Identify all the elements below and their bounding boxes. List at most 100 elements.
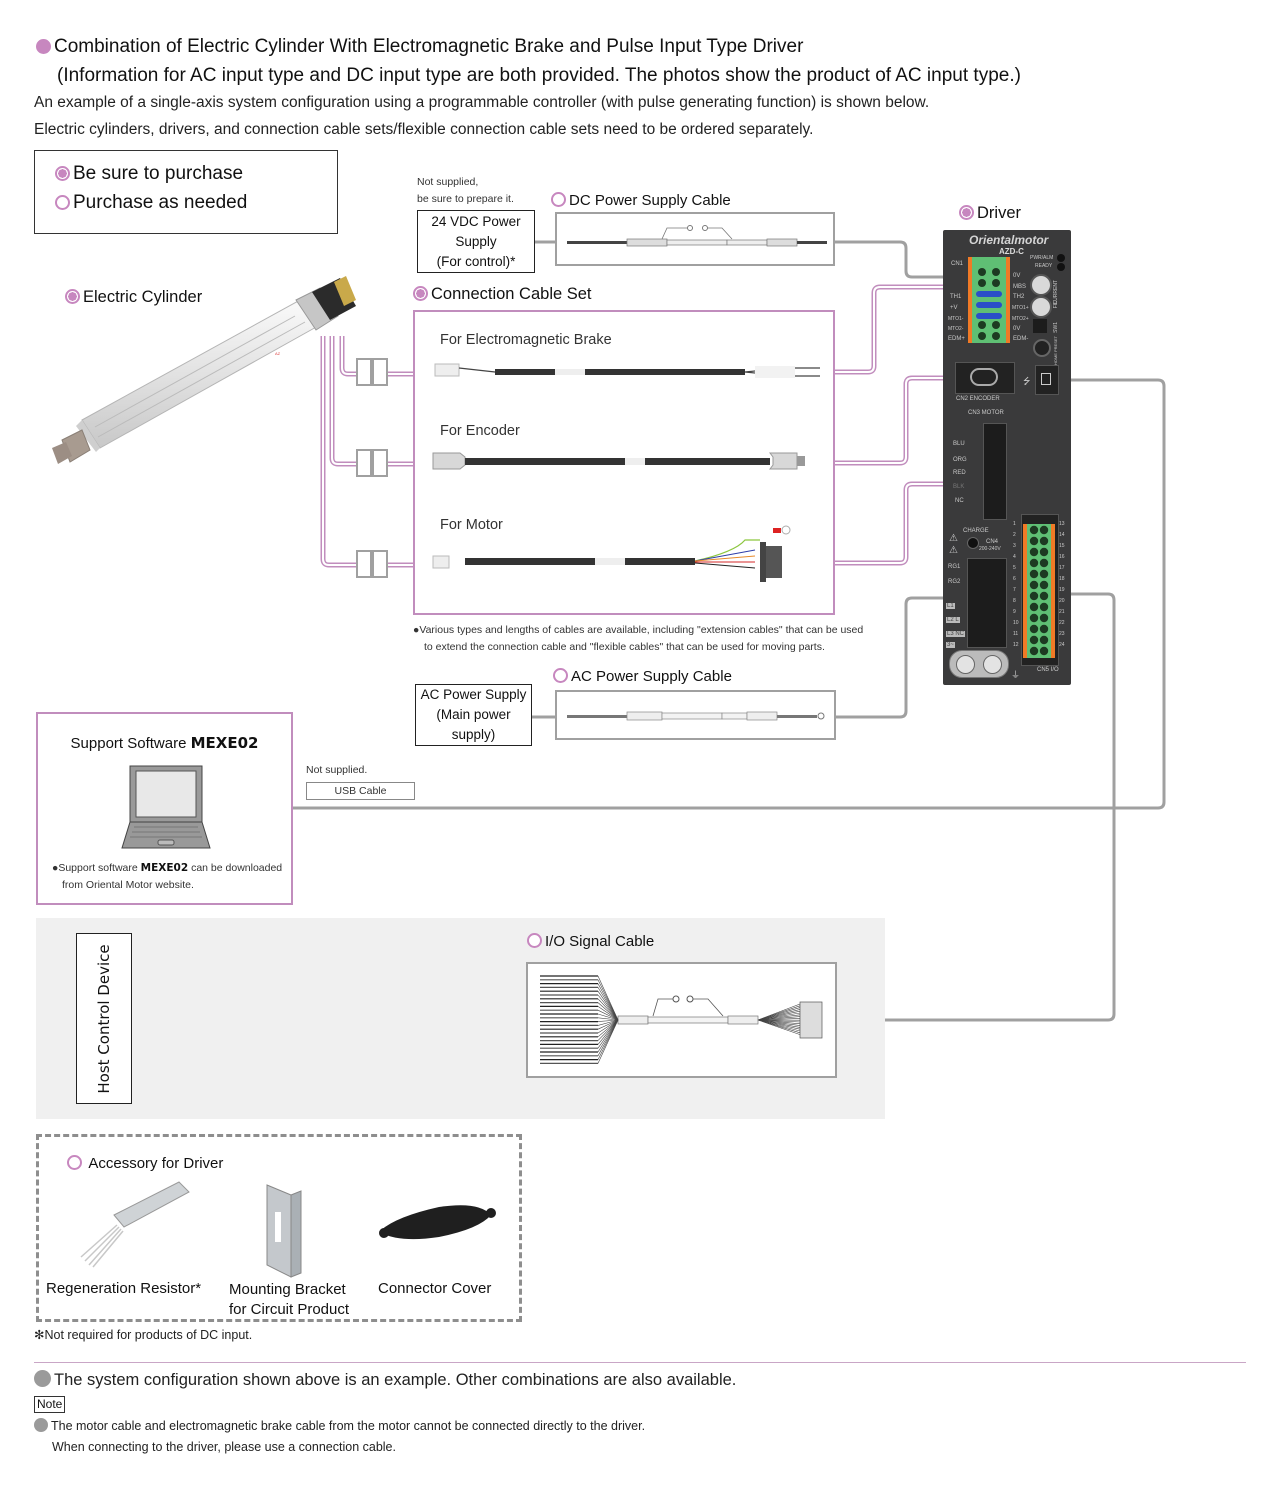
cn4-pin-l3: L3 NC	[946, 631, 966, 637]
current-dial[interactable]	[1030, 274, 1052, 296]
cn5-hole	[1039, 635, 1049, 645]
cn1-pin-mto1p: MTO1+	[1012, 305, 1029, 311]
ac-cable-icon	[567, 711, 825, 721]
led-pwr-alm-icon	[1057, 254, 1065, 262]
cn5-hole	[1029, 602, 1039, 612]
cn4-pin-rg2: RG2	[948, 579, 961, 585]
mounting-bracket-label: Mounting Bracket for Circuit Product	[229, 1281, 350, 1318]
io-wire-fan	[597, 1019, 619, 1045]
usb-symbol-icon: ⭍	[1023, 376, 1031, 386]
ac-power-cable-label: AC Power Supply Cable	[553, 668, 732, 685]
cn5-pin-number: 12	[1013, 642, 1019, 648]
warning-icon-2: ⚠	[949, 545, 958, 556]
io-cable-icon	[540, 975, 823, 1065]
cn3-pin-red: RED	[953, 470, 966, 476]
cn4-pin-l1: L1	[946, 603, 955, 609]
example-note: The system configuration shown above is …	[34, 1370, 736, 1390]
sw1-dip-switch[interactable]	[1033, 319, 1047, 333]
led-ready-label: READY	[1035, 263, 1053, 269]
encoder-cable-icon	[432, 452, 805, 470]
cn5-pin-number: 4	[1013, 554, 1016, 560]
cn5-pin-number: 10	[1013, 620, 1019, 626]
cn5-pin-number: 20	[1059, 598, 1065, 604]
cn5-pin-number: 17	[1059, 565, 1065, 571]
bullet-icon	[34, 1418, 48, 1432]
cn5-pin-number: 11	[1013, 631, 1019, 637]
led-ready-icon	[1057, 263, 1065, 271]
cn5-hole	[1029, 536, 1039, 546]
encoder-port-icon	[970, 368, 998, 386]
cn5-hole	[1039, 602, 1049, 612]
cn1-pin-th2: TH2	[1013, 294, 1025, 300]
must-purchase-icon	[413, 286, 428, 301]
driver-model: AZD-C	[999, 247, 1024, 256]
connection-note-2: When connecting to the driver, please us…	[52, 1440, 396, 1454]
cn5-hole	[1029, 525, 1039, 535]
warning-icon: ⚠	[949, 533, 958, 544]
cn5-io-terminal	[1023, 524, 1055, 658]
cn5-hole	[1039, 558, 1049, 568]
host-control-device-label: Host Control Device	[95, 944, 113, 1094]
dc-power-supply-box: 24 VDC Power Supply (For control)*	[417, 210, 535, 273]
software-download-note: ●Support software MEXE02 can be download…	[52, 862, 283, 891]
cable-variety-note: ●Various types and lengths of cables are…	[413, 624, 864, 653]
cn1-pin-th1: TH1	[950, 294, 962, 300]
cn5-hole	[1039, 613, 1049, 623]
cn5-pin-number: 5	[1013, 565, 1016, 571]
bullet-icon	[34, 1370, 51, 1387]
motor-cable-icon	[432, 525, 791, 582]
cable-encoder-label: For Encoder	[440, 423, 520, 439]
cn1-pin-plusv: +V	[950, 305, 958, 311]
screw-icon	[956, 655, 975, 674]
cn3-label: CN3 MOTOR	[968, 410, 1004, 416]
connector-pairs	[356, 358, 388, 578]
cn3-pin-org: ORG	[953, 457, 967, 463]
cn4-power-port	[967, 558, 1007, 648]
cn5-pin-number: 6	[1013, 576, 1016, 582]
cn5-pin-number: 23	[1059, 631, 1065, 637]
cn5-hole	[1029, 613, 1039, 623]
accessory-footnote: ✻Not required for products of DC input.	[34, 1328, 253, 1342]
ac-power-supply-box: AC Power Supply (Main power supply)	[415, 684, 532, 746]
cn5-hole	[1029, 569, 1039, 579]
home-preset-label: HOME PRESET	[1053, 336, 1058, 366]
cn5-pin-number: 14	[1059, 532, 1065, 538]
driver-brand: Orientalmotor	[969, 233, 1049, 247]
regeneration-resistor-icon	[80, 1181, 190, 1268]
cn5-pin-number: 9	[1013, 609, 1016, 615]
dc-not-supplied-note: Not supplied, be sure to prepare it.	[417, 176, 514, 205]
cn5-hole	[1039, 569, 1049, 579]
cn4-pin-rg1: RG1	[948, 564, 961, 570]
cn5-hole	[1039, 580, 1049, 590]
cn4-pin-l2: L2 L	[946, 617, 960, 623]
accessory-box: Accessory for Driver Regeneration Resist…	[36, 1134, 522, 1322]
cn3-pin-blk: BLK	[953, 484, 965, 490]
cn5-hole	[1029, 580, 1039, 590]
filter-dial[interactable]	[1030, 296, 1052, 318]
ac-power-cable-box	[555, 690, 836, 740]
cn5-pin-number: 16	[1059, 554, 1065, 560]
ground-symbol-icon: ⏚	[1011, 670, 1021, 680]
host-control-device-box: Host Control Device	[76, 933, 132, 1104]
ground-terminal	[949, 650, 1009, 678]
footer-divider	[34, 1362, 1246, 1363]
cn4-label: CN4	[986, 539, 999, 545]
home-preset-button[interactable]	[1033, 339, 1051, 357]
led-pwr-alm-label: PWR/ALM	[1030, 255, 1054, 261]
cn5-pin-number: 15	[1059, 543, 1065, 549]
cn5-hole	[1039, 624, 1049, 634]
dc-power-cable-label: DC Power Supply Cable	[551, 192, 731, 209]
must-purchase-icon	[959, 205, 974, 220]
fil-label: FIL	[1053, 301, 1059, 309]
cn1-pin-mto2m: MTO2-	[948, 326, 964, 332]
cn5-pin-number: 2	[1013, 532, 1016, 538]
cn4-voltage: 200-240V	[979, 546, 1001, 552]
cn5-hole	[1029, 591, 1039, 601]
cn5-hole	[1029, 624, 1039, 634]
charge-led-icon	[967, 537, 979, 549]
must-purchase-icon	[65, 289, 80, 304]
cn1-pin-mbs: MBS	[1013, 284, 1027, 290]
optional-icon	[551, 192, 566, 207]
mounting-bracket-icon	[266, 1184, 302, 1278]
usb-not-supplied-note: Not supplied.	[306, 764, 368, 776]
